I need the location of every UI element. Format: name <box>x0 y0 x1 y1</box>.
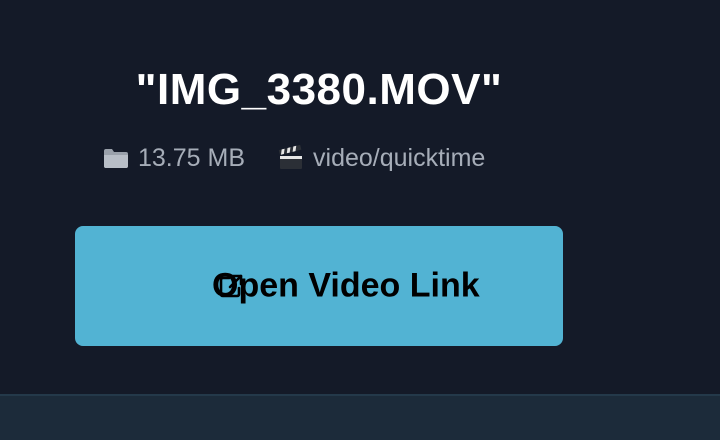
footer-bar <box>0 394 720 440</box>
file-card: "IMG_3380.MOV" 13.75 MB video/quicktime <box>0 0 720 394</box>
open-video-link-button[interactable]: Open Video Link <box>75 226 563 346</box>
open-video-link-label: Open Video Link <box>212 266 480 305</box>
file-type-value: video/quicktime <box>313 143 486 172</box>
file-size: 13.75 MB <box>102 144 245 173</box>
file-size-value: 13.75 MB <box>138 143 246 172</box>
file-type: video/quicktime <box>277 144 485 173</box>
file-title: "IMG_3380.MOV" <box>135 65 503 114</box>
clapperboard-icon <box>278 145 303 169</box>
folder-icon <box>104 149 128 168</box>
file-meta: 13.75 MB video/quicktime <box>102 141 485 175</box>
